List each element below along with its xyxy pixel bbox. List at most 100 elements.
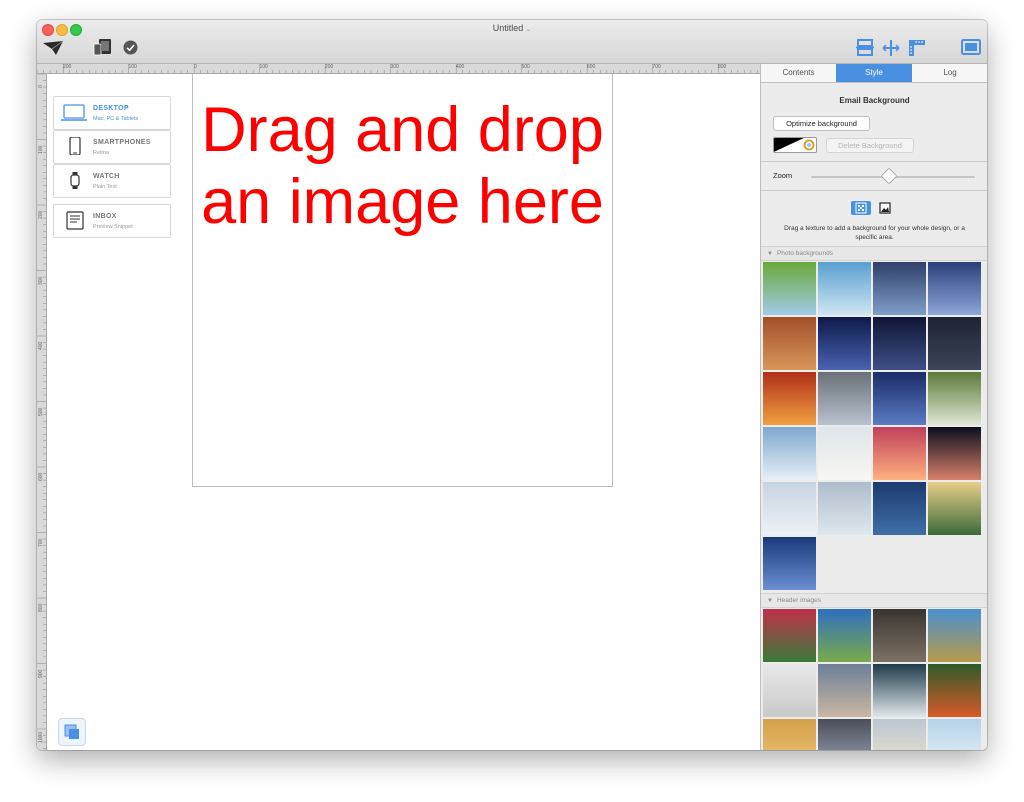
send-test-icon[interactable] — [42, 40, 64, 61]
photo-background-thumbnail[interactable] — [873, 317, 926, 370]
header-image-thumbnail[interactable] — [818, 664, 871, 717]
color-swatch-icon — [774, 138, 815, 152]
photo-background-thumbnail[interactable] — [763, 427, 816, 480]
photo-background-thumbnail[interactable] — [763, 482, 816, 535]
device-name: SMARTPHONES — [93, 139, 151, 146]
photo-background-thumbnail[interactable] — [818, 482, 871, 535]
optimize-background-button[interactable]: Optimize background — [773, 116, 870, 131]
disclosure-triangle-icon: ▼ — [767, 598, 773, 604]
photo-background-thumbnail[interactable] — [873, 372, 926, 425]
ruler-label: 1000 — [38, 731, 44, 743]
window-title: Untitled — [492, 23, 524, 33]
background-color-well[interactable] — [773, 137, 817, 153]
device-subtitle: Preview Snippet — [93, 224, 133, 230]
photo-background-thumbnail[interactable] — [763, 372, 816, 425]
ruler-label: 700 — [652, 64, 661, 70]
window-title-area[interactable]: Untitled ⌄ — [37, 23, 987, 33]
photo-background-thumbnail[interactable] — [818, 317, 871, 370]
inspector-tabs: Contents Style Log — [761, 64, 987, 83]
ruler-label: 400 — [456, 64, 465, 70]
device-name: WATCH — [93, 173, 120, 180]
device-desktop[interactable]: DESKTOP Mac, PC & Tablets — [53, 96, 171, 130]
ruler-label: 0 — [38, 85, 44, 88]
spacing-icon[interactable] — [881, 38, 901, 63]
header-image-thumbnail[interactable] — [928, 609, 981, 662]
texture-icon — [855, 202, 867, 214]
check-icon[interactable] — [123, 40, 138, 60]
ruler-label: 300 — [38, 276, 44, 285]
header-image-thumbnail[interactable] — [818, 719, 871, 750]
image-mode-button[interactable] — [875, 201, 895, 215]
photo-background-thumbnail[interactable] — [763, 537, 816, 590]
photo-background-thumbnail[interactable] — [873, 262, 926, 315]
tab-contents[interactable]: Contents — [761, 64, 836, 82]
header-image-thumbnail[interactable] — [873, 719, 926, 750]
vertical-ruler: 0 100 200 300 400 500 600 700 800 900 1000 — [37, 74, 47, 750]
app-window: Untitled ⌄ 200 100 0 100 200 300 400 500 600 700 80… — [37, 20, 987, 750]
photo-background-thumbnail[interactable] — [818, 427, 871, 480]
photo-backgrounds-header[interactable]: ▼ Photo backgrounds — [761, 246, 987, 261]
header-image-thumbnail[interactable] — [818, 609, 871, 662]
ruler-icon[interactable] — [907, 38, 927, 63]
tab-log[interactable]: Log — [912, 64, 987, 82]
ruler-label: 200 — [38, 210, 44, 219]
photo-background-thumbnail[interactable] — [873, 427, 926, 480]
photo-background-thumbnail[interactable] — [928, 262, 981, 315]
device-subtitle: Mac, PC & Tablets — [93, 116, 139, 122]
section-title: Photo backgrounds — [776, 250, 833, 257]
device-preview-icon[interactable] — [93, 38, 117, 61]
ruler-label: 700 — [38, 538, 44, 547]
header-images-header[interactable]: ▼ Header images — [761, 593, 987, 608]
delete-background-button[interactable]: Delete Background — [826, 138, 914, 153]
ruler-label: 500 — [521, 64, 530, 70]
device-inbox[interactable]: INBOX Preview Snippet — [53, 204, 171, 238]
header-image-thumbnail[interactable] — [928, 719, 981, 750]
photo-background-thumbnail[interactable] — [928, 317, 981, 370]
ruler-label: 0 — [194, 64, 197, 70]
toggle-sidebar-icon[interactable] — [961, 39, 981, 60]
tab-style[interactable]: Style — [836, 64, 912, 82]
device-smartphones[interactable]: SMARTPHONES Retina — [53, 130, 171, 164]
photo-background-thumbnail[interactable] — [818, 372, 871, 425]
header-image-thumbnail[interactable] — [873, 664, 926, 717]
email-canvas[interactable]: Drag and drop an image here — [192, 74, 613, 487]
section-title: Header images — [776, 597, 822, 604]
image-icon — [879, 202, 891, 214]
photo-background-thumbnail[interactable] — [928, 482, 981, 535]
ruler-label: 300 — [390, 64, 399, 70]
disclosure-triangle-icon: ▼ — [767, 251, 773, 257]
layers-icon — [64, 724, 79, 739]
layers-button[interactable] — [58, 718, 86, 746]
header-image-thumbnail[interactable] — [873, 609, 926, 662]
ruler-label: 100 — [38, 145, 44, 154]
email-background-title: Email Background — [839, 96, 910, 105]
ruler-label: 800 — [718, 64, 727, 70]
align-icon[interactable] — [855, 38, 875, 63]
photo-background-thumbnail[interactable] — [763, 317, 816, 370]
smartphone-icon — [69, 137, 81, 155]
device-watch[interactable]: WATCH Plain Text — [53, 164, 171, 198]
ruler-label: 400 — [38, 341, 44, 350]
header-image-thumbnail[interactable] — [928, 664, 981, 717]
header-image-thumbnail[interactable] — [763, 664, 816, 717]
header-image-thumbnail[interactable] — [763, 609, 816, 662]
photo-background-thumbnail[interactable] — [873, 482, 926, 535]
photo-background-thumbnail[interactable] — [818, 262, 871, 315]
divider — [761, 161, 987, 162]
header-image-thumbnail[interactable] — [763, 719, 816, 750]
design-canvas[interactable]: DESKTOP Mac, PC & Tablets SMARTPHONES Re… — [47, 74, 760, 750]
texture-mode-button[interactable] — [851, 201, 871, 215]
photo-background-thumbnail[interactable] — [928, 427, 981, 480]
ruler-label: 900 — [38, 669, 44, 678]
photo-background-thumbnail[interactable] — [763, 262, 816, 315]
ruler-label: 800 — [38, 603, 44, 612]
inbox-icon — [66, 211, 84, 230]
chevron-down-icon: ⌄ — [525, 26, 532, 33]
divider — [761, 190, 987, 191]
photo-background-thumbnail[interactable] — [928, 372, 981, 425]
laptop-icon — [61, 104, 87, 121]
ruler-label: 200 — [63, 64, 72, 70]
drop-image-message: Drag and drop an image here — [201, 95, 604, 237]
zoom-label: Zoom — [773, 171, 793, 180]
zoom-slider-knob[interactable] — [880, 167, 898, 185]
